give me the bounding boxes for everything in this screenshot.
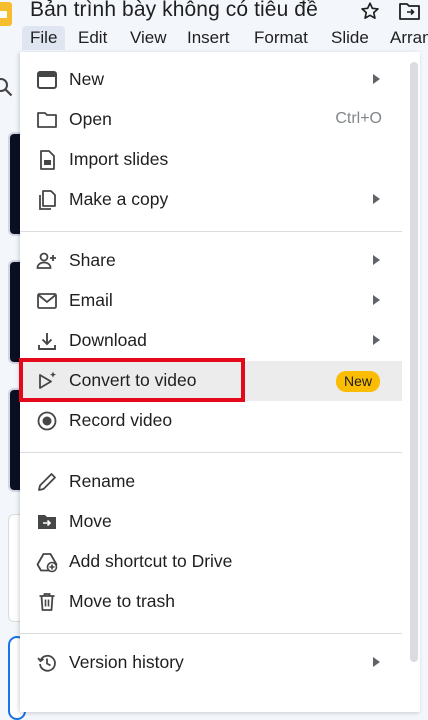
menu-arrange[interactable]: Arran — [390, 28, 428, 48]
folder-move-icon — [36, 511, 58, 533]
document-title[interactable]: Bản trình bày không có tiêu đề — [30, 0, 318, 22]
menu-item-version-history[interactable]: Version history — [20, 643, 402, 683]
mail-icon — [36, 290, 58, 312]
submenu-arrow-icon — [373, 335, 380, 345]
menu-item-rename[interactable]: Rename — [20, 462, 402, 502]
menu-divider — [20, 231, 402, 232]
menu-item-make-copy[interactable]: Make a copy — [20, 180, 402, 220]
menu-item-add-shortcut[interactable]: Add shortcut to Drive — [20, 542, 402, 582]
menu-slide[interactable]: Slide — [331, 28, 369, 48]
menu-item-move-to-trash[interactable]: Move to trash — [20, 582, 402, 622]
menu-format[interactable]: Format — [254, 28, 308, 48]
search-icon[interactable] — [0, 76, 14, 98]
menu-item-import-slides[interactable]: Import slides — [20, 140, 402, 180]
copy-icon — [36, 189, 58, 211]
download-icon — [36, 330, 58, 352]
import-slides-icon — [36, 149, 58, 171]
highlight-box — [19, 358, 245, 402]
menu-item-record-video[interactable]: Record video — [20, 401, 402, 441]
history-icon — [36, 652, 58, 674]
pencil-icon — [36, 471, 58, 493]
menu-edit[interactable]: Edit — [78, 28, 107, 48]
drive-shortcut-icon — [36, 551, 58, 573]
menu-insert[interactable]: Insert — [187, 28, 230, 48]
menu-item-email[interactable]: Email — [20, 281, 402, 321]
trash-icon — [36, 591, 58, 613]
slides-logo-icon[interactable] — [0, 2, 12, 26]
person-add-icon — [36, 250, 58, 272]
menu-item-move[interactable]: Move — [20, 502, 402, 542]
menu-divider — [20, 452, 402, 453]
menu-item-open[interactable]: Open Ctrl+O — [20, 100, 402, 140]
menu-divider — [20, 633, 402, 634]
menu-item-new[interactable]: New — [20, 60, 402, 100]
folder-icon — [36, 109, 58, 131]
new-badge: New — [336, 371, 381, 392]
submenu-arrow-icon — [373, 194, 380, 204]
menu-item-share[interactable]: Share — [20, 241, 402, 281]
star-icon[interactable] — [359, 0, 381, 22]
move-folder-icon[interactable] — [398, 0, 420, 22]
app-header: Bản trình bày không có tiêu đề File Edit… — [0, 0, 428, 52]
menu-file[interactable]: File — [22, 26, 66, 50]
submenu-arrow-icon — [373, 255, 380, 265]
menu-bar: File Edit View Insert Format Slide Arran — [0, 26, 428, 52]
menu-scrollbar[interactable] — [410, 62, 418, 662]
shortcut-label: Ctrl+O — [335, 110, 382, 127]
submenu-arrow-icon — [373, 74, 380, 84]
submenu-arrow-icon — [373, 657, 380, 667]
submenu-arrow-icon — [373, 295, 380, 305]
menu-view[interactable]: View — [130, 28, 167, 48]
menu-item-download[interactable]: Download — [20, 321, 402, 361]
presentation-icon — [36, 69, 58, 91]
record-icon — [36, 410, 58, 432]
